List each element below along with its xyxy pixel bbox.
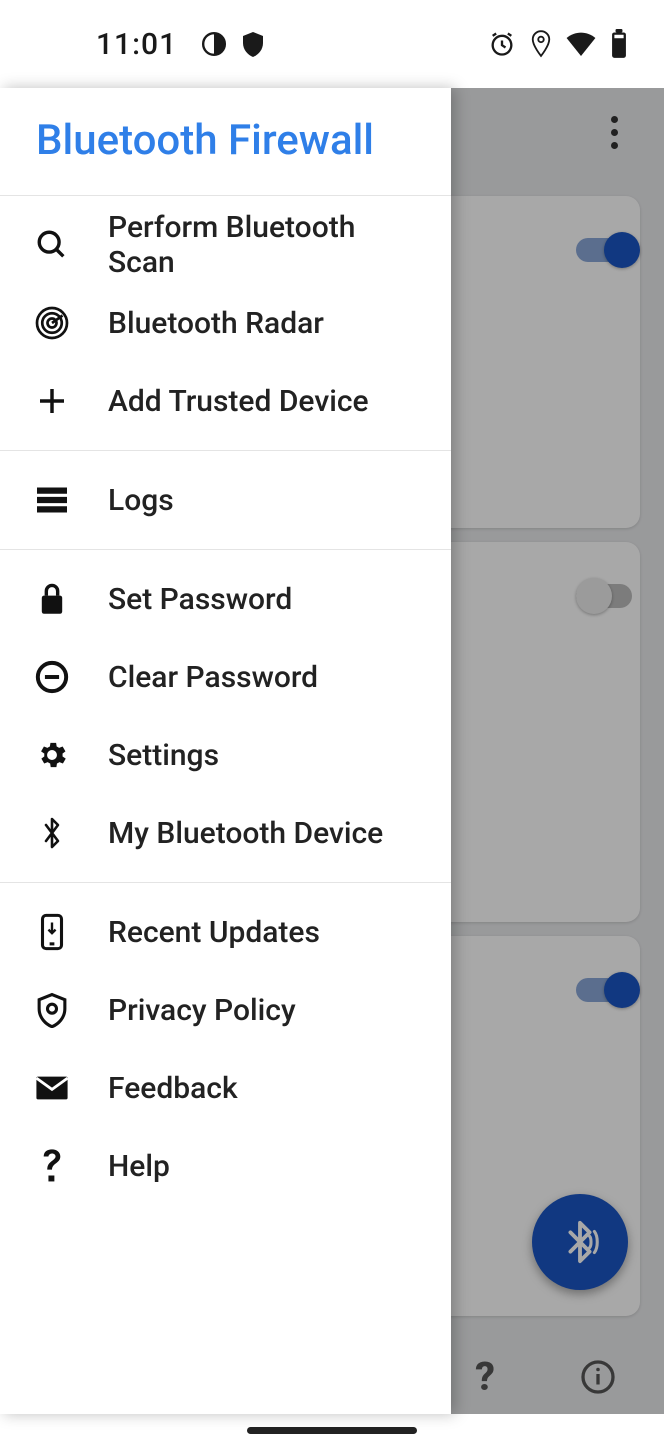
gesture-nav-bar — [247, 1427, 417, 1434]
nav-item-label: Privacy Policy — [108, 993, 296, 1028]
plus-icon — [30, 379, 74, 423]
shield-status-icon — [241, 30, 265, 58]
nav-item-label: Feedback — [108, 1071, 238, 1106]
navigation-drawer: Bluetooth Firewall Perform Bluetooth Sca… — [0, 88, 451, 1414]
dnd-icon — [201, 31, 227, 57]
nav-item-my-device[interactable]: My Bluetooth Device — [0, 794, 451, 872]
nav-item-logs[interactable]: Logs — [0, 461, 451, 539]
nav-item-bluetooth-scan[interactable]: Perform Bluetooth Scan — [0, 206, 451, 284]
alarm-icon — [488, 30, 516, 58]
phone-update-icon — [30, 910, 74, 954]
search-icon — [30, 223, 74, 267]
nav-item-label: Bluetooth Radar — [108, 306, 324, 341]
nav-item-recent-updates[interactable]: Recent Updates — [0, 893, 451, 971]
wifi-icon — [566, 32, 596, 56]
mail-icon — [30, 1066, 74, 1110]
clear-circle-icon — [30, 655, 74, 699]
status-bar: 11:01 — [0, 0, 664, 88]
bluetooth-icon — [30, 811, 74, 855]
shield-icon — [30, 988, 74, 1032]
status-clock: 11:01 — [96, 27, 177, 62]
nav-item-label: Add Trusted Device — [108, 384, 369, 419]
help-icon — [30, 1144, 74, 1188]
drawer-title: Bluetooth Firewall — [0, 88, 451, 196]
nav-item-label: Settings — [108, 738, 219, 773]
battery-icon — [610, 29, 628, 59]
nav-item-label: Help — [108, 1149, 170, 1184]
nav-item-label: Recent Updates — [108, 915, 320, 950]
nav-item-feedback[interactable]: Feedback — [0, 1049, 451, 1127]
gear-icon — [30, 733, 74, 777]
nav-item-add-trusted[interactable]: Add Trusted Device — [0, 362, 451, 440]
logs-icon — [30, 478, 74, 522]
nav-item-set-password[interactable]: Set Password — [0, 560, 451, 638]
nav-item-clear-password[interactable]: Clear Password — [0, 638, 451, 716]
nav-item-label: My Bluetooth Device — [108, 816, 383, 851]
nav-item-label: Logs — [108, 483, 174, 518]
lock-icon — [30, 577, 74, 621]
radar-icon — [30, 301, 74, 345]
nav-item-label: Clear Password — [108, 660, 318, 695]
nav-item-bluetooth-radar[interactable]: Bluetooth Radar — [0, 284, 451, 362]
nav-item-privacy-policy[interactable]: Privacy Policy — [0, 971, 451, 1049]
location-icon — [530, 29, 552, 59]
nav-item-help[interactable]: Help — [0, 1127, 451, 1205]
nav-item-settings[interactable]: Settings — [0, 716, 451, 794]
nav-item-label: Perform Bluetooth Scan — [108, 210, 427, 280]
nav-item-label: Set Password — [108, 582, 292, 617]
